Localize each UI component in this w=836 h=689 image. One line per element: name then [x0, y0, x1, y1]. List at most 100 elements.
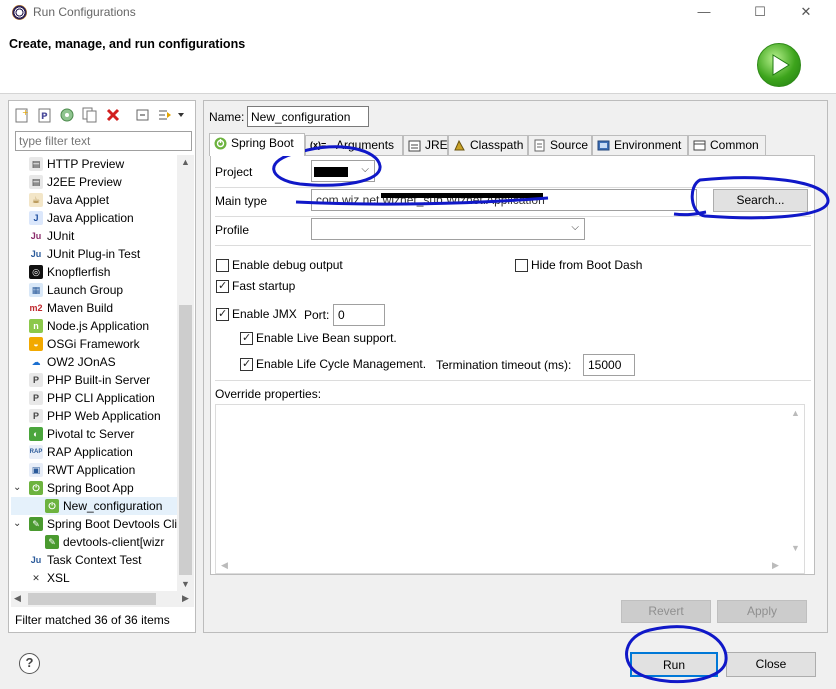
redacted-project-value	[314, 167, 348, 177]
hide-boot-dash-checkbox[interactable]	[515, 259, 528, 272]
source-icon	[533, 139, 546, 152]
tree-item[interactable]: P PHP Web Application	[11, 407, 178, 425]
tree-item-label: RWT Application	[47, 463, 136, 477]
collapse-all-icon[interactable]	[135, 107, 151, 123]
name-field[interactable]	[247, 106, 369, 127]
tab-label: JRE	[425, 138, 448, 152]
hide-boot-dash-label: Hide from Boot Dash	[531, 258, 643, 272]
common-icon	[693, 139, 706, 152]
tree-item[interactable]: P PHP CLI Application	[11, 389, 178, 407]
tree-item-label: Node.js Application	[47, 319, 150, 333]
override-vertical-scrollbar[interactable]: ▲ ▼	[786, 405, 804, 557]
xsl-icon: ✕	[29, 571, 43, 585]
chevron-down-icon: ⌵	[361, 164, 369, 175]
revert-button[interactable]: Revert	[621, 600, 711, 623]
life-cycle-label: Enable Life Cycle Management.	[256, 357, 427, 371]
rwt-icon: ▣	[29, 463, 43, 477]
debug-output-checkbox[interactable]	[216, 259, 229, 272]
tab-label: Classpath	[470, 138, 524, 152]
search-button[interactable]: Search...	[713, 189, 808, 212]
tree-item[interactable]: ⌄ ✎ Spring Boot Devtools Client	[11, 515, 178, 533]
tree-item[interactable]: m2 Maven Build	[11, 299, 178, 317]
tree-item[interactable]: Ju Task Context Test	[11, 551, 178, 569]
tab-jre[interactable]: JRE	[403, 135, 448, 155]
filter-menu-icon[interactable]	[157, 107, 187, 123]
tab-source[interactable]: Source	[528, 135, 592, 155]
life-cycle-checkbox[interactable]	[240, 357, 253, 371]
environment-icon	[597, 139, 610, 152]
help-icon[interactable]: ?	[19, 653, 40, 674]
tab-label: Environment	[614, 138, 682, 152]
termination-timeout-field[interactable]: 15000	[583, 354, 635, 376]
tree-item[interactable]: ◎ Knopflerfish	[11, 263, 178, 281]
apply-button[interactable]: Apply	[717, 600, 807, 623]
spring-boot-tab-content: Project ⌵ Main type com.wiz.net.wizhet_s…	[210, 155, 815, 575]
tree-item[interactable]: n Node.js Application	[11, 317, 178, 335]
termination-timeout-label: Termination timeout (ms):	[436, 358, 572, 372]
new-configuration-icon[interactable]: +	[14, 107, 30, 123]
run-button[interactable]: Run	[630, 652, 718, 677]
delete-configuration-icon[interactable]	[105, 107, 121, 123]
override-properties-textarea[interactable]: ▲ ▼ ◀ ▶	[215, 404, 805, 574]
fast-startup-checkbox[interactable]	[216, 279, 229, 293]
tab-spring-boot[interactable]: Spring Boot	[209, 133, 305, 156]
tree-item[interactable]: ✎ devtools-client[wizr	[11, 533, 178, 551]
main-type-label: Main type	[215, 194, 268, 208]
tree-item-label: PHP Built-in Server	[47, 373, 151, 387]
tab-arguments[interactable]: (x)= Arguments	[305, 135, 403, 155]
tab-classpath[interactable]: Classpath	[448, 135, 528, 155]
export-configuration-icon[interactable]	[59, 107, 75, 123]
profile-combo[interactable]: ⌵	[311, 218, 585, 240]
php-icon: P	[29, 373, 43, 387]
tree-item[interactable]: ☁ OW2 JOnAS	[11, 353, 178, 371]
expand-toggle-icon[interactable]: ⌄	[13, 515, 23, 533]
tree-item[interactable]: ⏻ New_configuration	[11, 497, 178, 515]
override-horizontal-scrollbar[interactable]: ◀ ▶	[216, 557, 786, 573]
tree-item[interactable]: J Java Application	[11, 209, 178, 227]
tree-item[interactable]: ☕ Java Applet	[11, 191, 178, 209]
close-window-button[interactable]: ✕	[796, 4, 816, 20]
tree-item[interactable]: ◐ Pivotal tc Server	[11, 425, 178, 443]
tree-item[interactable]: Ju JUnit	[11, 227, 178, 245]
configuration-tree-panel: + P ▤ HTTP Preview ▤ J2EE Preview ☕ Java Appl…	[8, 100, 196, 633]
new-prototype-icon[interactable]: P	[37, 107, 53, 123]
minimize-button[interactable]: —	[694, 4, 714, 20]
tree-item-label: Spring Boot App	[47, 481, 134, 495]
expand-toggle-icon[interactable]: ⌄	[13, 479, 23, 497]
tree-item[interactable]: ⌄ ⏻ Spring Boot App	[11, 479, 178, 497]
tab-environment[interactable]: Environment	[592, 135, 688, 155]
tree-item[interactable]: Ju JUnit Plug-in Test	[11, 245, 178, 263]
tree-item[interactable]: ▤ HTTP Preview	[11, 155, 178, 173]
tree-item-label: PHP CLI Application	[47, 391, 155, 405]
scroll-thumb[interactable]	[28, 593, 156, 605]
tree-item-label: Launch Group	[47, 283, 124, 297]
osgi-icon: ◒	[29, 337, 43, 351]
tree-item-label: J2EE Preview	[47, 175, 122, 189]
tree-item[interactable]: ▣ RWT Application	[11, 461, 178, 479]
enable-jmx-label: Enable JMX	[232, 307, 297, 321]
port-field[interactable]: 0	[333, 304, 385, 326]
scroll-thumb[interactable]	[179, 305, 192, 575]
tree-horizontal-scrollbar[interactable]: ◀ ▶	[11, 591, 194, 607]
close-button[interactable]: Close	[726, 652, 816, 677]
php-icon: P	[29, 409, 43, 423]
enable-jmx-checkbox[interactable]	[216, 307, 229, 321]
tree-item-label: Java Application	[47, 211, 134, 225]
tree-item[interactable]: ▤ J2EE Preview	[11, 173, 178, 191]
java-applet-icon: ☕	[29, 193, 43, 207]
duplicate-configuration-icon[interactable]	[82, 107, 98, 123]
tree-item-label: Spring Boot Devtools Client	[47, 517, 178, 531]
tree-vertical-scrollbar[interactable]: ▲ ▼	[177, 155, 194, 591]
tree-item-label: JUnit Plug-in Test	[47, 247, 141, 261]
tree-item[interactable]: ▦ Launch Group	[11, 281, 178, 299]
tree-item[interactable]: ✕ XSL	[11, 569, 178, 587]
tree-item[interactable]: ◒ OSGi Framework	[11, 335, 178, 353]
spring-boot-icon: ⏻	[29, 481, 43, 495]
live-bean-checkbox[interactable]	[240, 331, 253, 345]
filter-input[interactable]	[15, 131, 192, 151]
tree-item[interactable]: P PHP Built-in Server	[11, 371, 178, 389]
dialog-header: Create, manage, and run configurations	[0, 26, 836, 94]
tree-item[interactable]: RAP RAP Application	[11, 443, 178, 461]
maximize-button[interactable]: ☐	[750, 4, 770, 20]
tab-common[interactable]: Common	[688, 135, 766, 155]
